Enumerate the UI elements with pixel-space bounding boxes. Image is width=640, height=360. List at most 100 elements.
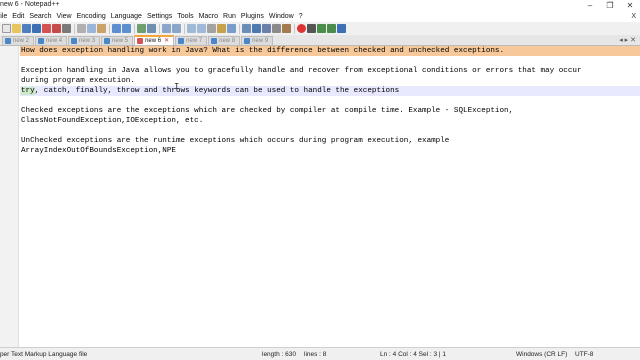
- print-icon[interactable]: [62, 24, 71, 33]
- status-lines: lines : 8: [304, 351, 327, 358]
- editor-area[interactable]: How does exception handling work in Java…: [0, 46, 640, 347]
- doc-map-icon[interactable]: [252, 24, 261, 33]
- paste-icon[interactable]: [97, 24, 106, 33]
- menu-encoding[interactable]: Encoding: [75, 12, 109, 22]
- editor-line[interactable]: [20, 96, 640, 106]
- selected-word[interactable]: try: [21, 87, 35, 95]
- tab-new-3[interactable]: new 3: [68, 36, 101, 45]
- tab-label: new 4: [46, 38, 63, 44]
- record-macro-icon[interactable]: [297, 24, 306, 33]
- editor-current-line[interactable]: try, catch, finally, throw and throws ke…: [20, 86, 640, 96]
- editor-line-rest[interactable]: , catch, finally, throw and throws keywo…: [35, 87, 400, 95]
- menu-edit[interactable]: Edit: [10, 12, 27, 22]
- maximize-button[interactable]: ❐: [600, 0, 620, 12]
- tab-label: new 7: [186, 38, 203, 44]
- zoom-out-icon[interactable]: [172, 24, 181, 33]
- sync-vertical-icon[interactable]: [187, 24, 196, 33]
- minimize-button[interactable]: –: [580, 0, 600, 12]
- save-icon[interactable]: [22, 24, 31, 33]
- toolbar-separator: [74, 23, 75, 34]
- editor-line[interactable]: ArrayIndexOutOfBoundsException,NPE: [20, 146, 640, 156]
- editor-line[interactable]: Checked exceptions are the exceptions wh…: [20, 106, 640, 116]
- menu-macro[interactable]: Macro: [197, 12, 221, 22]
- indent-guide-icon[interactable]: [227, 24, 236, 33]
- copy-icon[interactable]: [87, 24, 96, 33]
- sync-horizontal-icon[interactable]: [197, 24, 206, 33]
- tab-new-8[interactable]: new 8: [208, 36, 241, 45]
- tab-new-7[interactable]: new 7: [175, 36, 208, 45]
- document-tab-bar: new 2 new 4 new 3 new 5 new 6 ✕ new 7 new…: [0, 35, 640, 46]
- menu-tools[interactable]: Tools: [175, 12, 196, 22]
- language-udl-icon[interactable]: [242, 24, 251, 33]
- replace-icon[interactable]: [147, 24, 156, 33]
- editor-line[interactable]: How does exception handling work in Java…: [20, 46, 640, 56]
- window-title: new 6 - Notepad++: [0, 1, 60, 8]
- close-window-button[interactable]: ✕: [620, 0, 640, 12]
- cut-icon[interactable]: [77, 24, 86, 33]
- close-all-icon[interactable]: [52, 24, 61, 33]
- zoom-in-icon[interactable]: [162, 24, 171, 33]
- toolbar: [0, 22, 640, 35]
- file-icon: [104, 38, 111, 44]
- status-file-type: Hyper Text Markup Language file: [0, 351, 88, 358]
- tab-new-2[interactable]: new 2: [2, 36, 35, 45]
- editor-line[interactable]: ClassNotFoundException,IOException, etc.: [20, 116, 640, 126]
- editor-line[interactable]: Exception handling in Java allows you to…: [20, 66, 640, 76]
- editor-line[interactable]: [20, 56, 640, 66]
- status-eol[interactable]: Windows (CR LF): [516, 351, 567, 358]
- run-macro-multiple-icon[interactable]: [327, 24, 336, 33]
- menu-run[interactable]: Run: [221, 12, 239, 22]
- play-macro-icon[interactable]: [317, 24, 326, 33]
- tab-close-icon[interactable]: ✕: [164, 37, 169, 45]
- save-macro-icon[interactable]: [337, 24, 346, 33]
- menu-search[interactable]: Search: [27, 12, 54, 22]
- text-content[interactable]: How does exception handling work in Java…: [20, 46, 640, 156]
- toolbar-separator: [159, 23, 160, 34]
- stop-macro-icon[interactable]: [307, 24, 316, 33]
- toolbar-separator: [134, 23, 135, 34]
- editor-line[interactable]: UnChecked exceptions are the runtime exc…: [20, 136, 640, 146]
- file-icon: [211, 38, 218, 44]
- tab-new-6[interactable]: new 6 ✕: [134, 35, 175, 45]
- tab-label: new 3: [79, 38, 96, 44]
- close-document-icon[interactable]: X: [631, 12, 636, 22]
- tab-scroll-arrows[interactable]: ◂ ▸ ✕: [619, 36, 636, 44]
- menu-file[interactable]: File: [0, 12, 10, 22]
- undo-icon[interactable]: [112, 24, 121, 33]
- editor-line[interactable]: [20, 126, 640, 136]
- file-icon: [38, 38, 45, 44]
- new-file-icon[interactable]: [2, 24, 11, 33]
- menu-bar: File Edit Search View Encoding Language …: [0, 12, 640, 22]
- tab-new-9[interactable]: new 9: [241, 36, 274, 45]
- status-position: Ln : 4 Col : 4 Sel : 3 | 1: [380, 351, 447, 358]
- toolbar-separator: [294, 23, 295, 34]
- save-all-icon[interactable]: [32, 24, 41, 33]
- menu-window[interactable]: Window: [267, 12, 297, 22]
- monitoring-icon[interactable]: [282, 24, 291, 33]
- tab-label: new 5: [112, 38, 129, 44]
- file-icon: [5, 38, 11, 44]
- status-encoding[interactable]: UTF-8: [575, 351, 593, 358]
- editor-line[interactable]: during program execution.: [20, 76, 640, 86]
- menu-plugins[interactable]: Plugins: [239, 12, 267, 22]
- status-bar: Hyper Text Markup Language file length :…: [0, 347, 640, 360]
- menu-view[interactable]: View: [55, 12, 75, 22]
- tab-label: new 6: [145, 38, 162, 44]
- tab-new-5[interactable]: new 5: [101, 36, 134, 45]
- function-list-icon[interactable]: [262, 24, 271, 33]
- word-wrap-icon[interactable]: [207, 24, 216, 33]
- tab-new-4[interactable]: new 4: [35, 36, 68, 45]
- open-file-icon[interactable]: [12, 24, 21, 33]
- tab-label: new 8: [219, 38, 236, 44]
- toolbar-separator: [239, 23, 240, 34]
- show-all-chars-icon[interactable]: [217, 24, 226, 33]
- status-length: length : 630: [262, 351, 296, 358]
- folder-workspace-icon[interactable]: [272, 24, 281, 33]
- menu-help[interactable]: ?: [297, 12, 306, 22]
- menu-settings[interactable]: Settings: [145, 12, 175, 22]
- file-icon: [244, 38, 251, 44]
- menu-language[interactable]: Language: [109, 12, 145, 22]
- find-icon[interactable]: [137, 24, 146, 33]
- redo-icon[interactable]: [122, 24, 131, 33]
- close-file-icon[interactable]: [42, 24, 51, 33]
